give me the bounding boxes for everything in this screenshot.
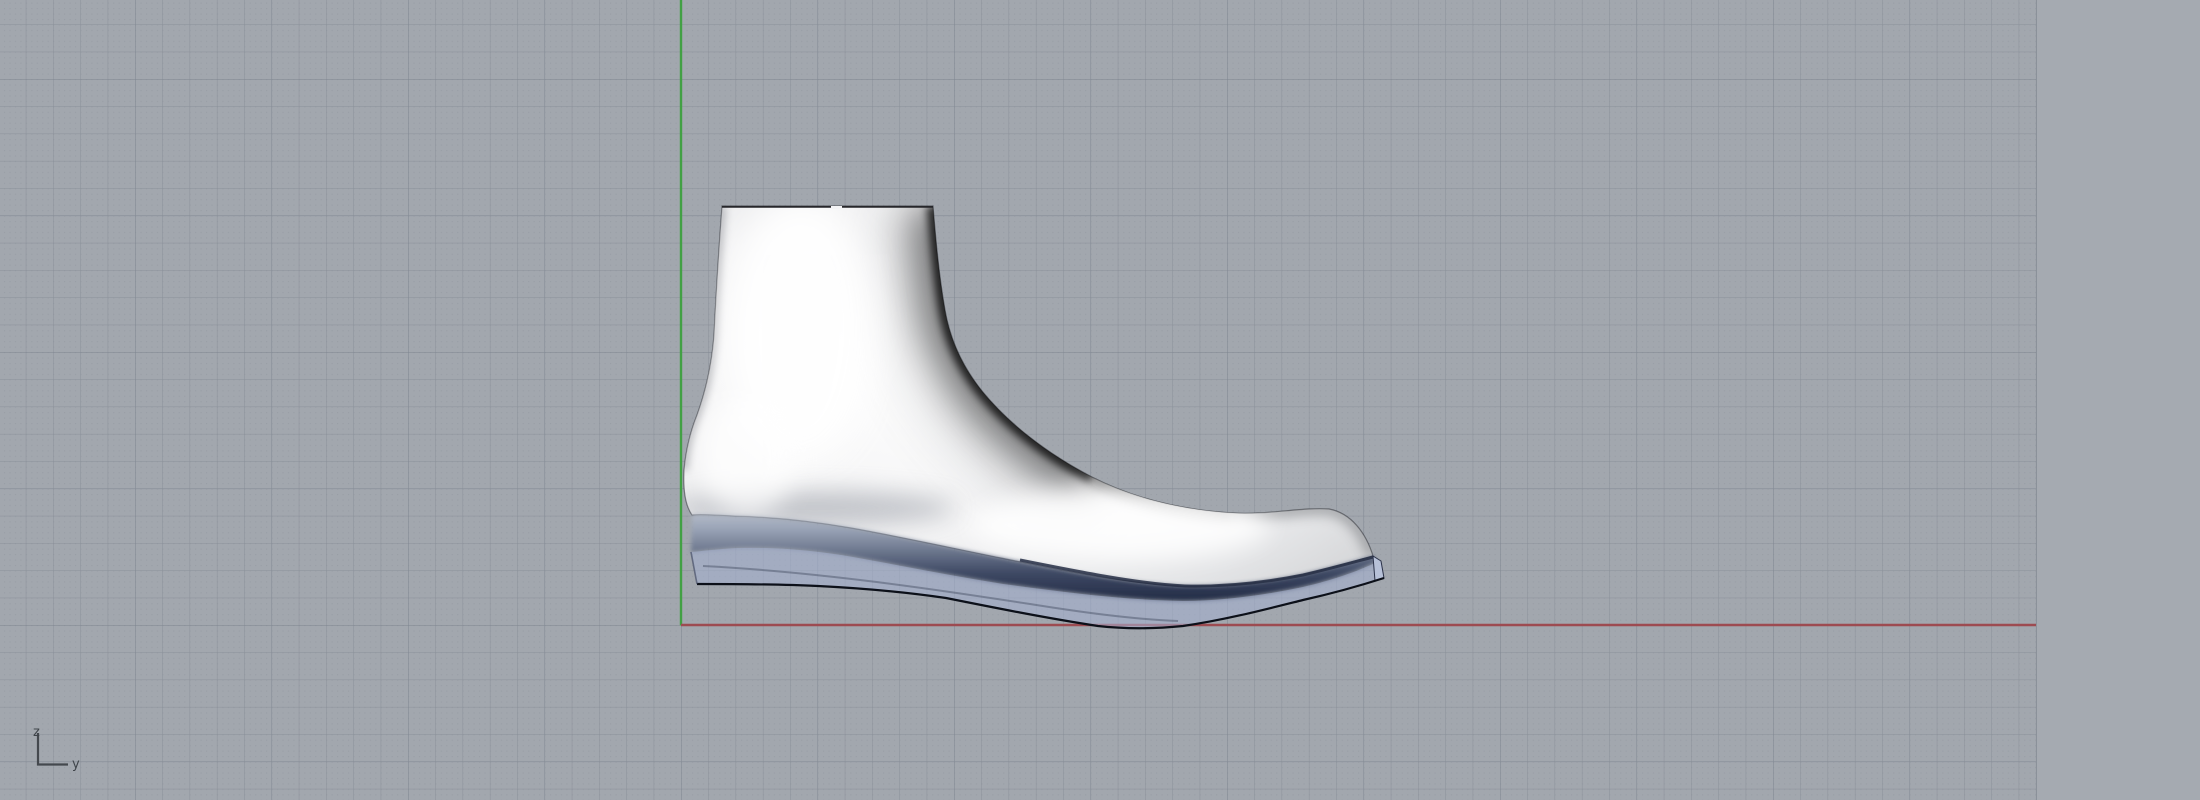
axis-label-y: y xyxy=(72,757,80,772)
axis-label-z: z xyxy=(33,725,40,740)
grid-right-margin xyxy=(2037,0,2200,800)
grid-background xyxy=(0,0,2038,800)
cad-viewport[interactable]: z y xyxy=(0,0,2200,800)
